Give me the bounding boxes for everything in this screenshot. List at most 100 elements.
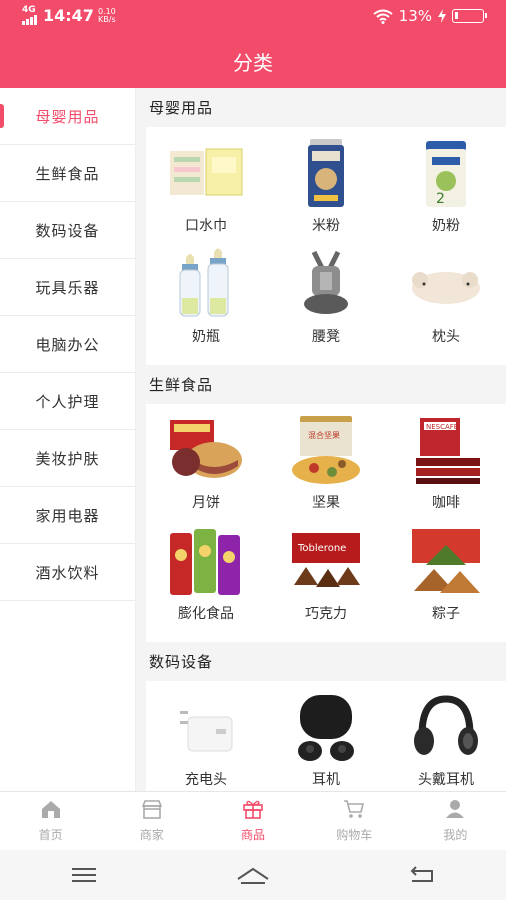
product-item[interactable]: 口水巾 <box>146 137 266 248</box>
zongzi-image <box>406 525 486 597</box>
tab-label: 商品 <box>241 828 266 842</box>
sidebar-item-label: 母婴用品 <box>35 107 100 126</box>
product-grid: 充电头 耳机 头戴耳机 <box>146 681 506 791</box>
headphones-image <box>406 691 486 763</box>
svg-text:NESCAFÉ: NESCAFÉ <box>426 422 458 431</box>
tab-item[interactable]: 首页 <box>0 792 101 850</box>
nuts-jar-image: 混合坚果 <box>286 414 366 486</box>
product-label: 咖啡 <box>432 495 460 511</box>
title-bar: 分类 <box>0 34 506 88</box>
product-item[interactable]: 粽子 <box>386 525 506 636</box>
sidebar-item[interactable]: 家用电器 <box>0 487 135 544</box>
product-label: 腰凳 <box>312 329 340 345</box>
sidebar-item[interactable]: 电脑办公 <box>0 316 135 373</box>
bottom-tab-bar: 首页 商家 商品 购物车 我的 <box>0 791 506 850</box>
pillow-image <box>406 248 486 320</box>
sidebar-item[interactable]: 个人护理 <box>0 373 135 430</box>
system-nav-bar <box>0 850 506 900</box>
product-label: 巧克力 <box>305 606 347 622</box>
product-grid: 口水巾 米粉 2 奶粉奶瓶 腰凳 枕头 <box>146 127 506 365</box>
menu-icon[interactable] <box>66 864 102 886</box>
product-item[interactable]: 枕头 <box>386 248 506 359</box>
rice-cereal-can-image <box>286 137 366 209</box>
product-grid: 月饼 混合坚果坚果 NESCAFÉ 咖啡膨化食品 Toblerone 巧克力 粽子 <box>146 404 506 642</box>
tab-item[interactable]: 商品 <box>202 792 303 850</box>
sidebar-item-label: 家用电器 <box>35 506 100 525</box>
sidebar-item[interactable]: 美妆护肤 <box>0 430 135 487</box>
sidebar-item-label: 电脑办公 <box>35 335 100 354</box>
product-label: 坚果 <box>312 495 340 511</box>
store-icon <box>141 799 163 822</box>
clock: 14:47 <box>43 6 94 25</box>
product-item[interactable]: 月饼 <box>146 414 266 525</box>
product-item[interactable]: 2 奶粉 <box>386 137 506 248</box>
sidebar-item[interactable]: 玩具乐器 <box>0 259 135 316</box>
product-item[interactable]: 耳机 <box>266 691 386 791</box>
home-nav-icon[interactable] <box>235 864 271 886</box>
sidebar-item[interactable]: 酒水饮料 <box>0 544 135 601</box>
sidebar-item-label: 数码设备 <box>35 221 100 240</box>
tab-item[interactable]: 购物车 <box>304 792 405 850</box>
user-icon <box>444 799 466 822</box>
signal-icon <box>22 15 37 25</box>
product-item[interactable]: 混合坚果 坚果 <box>266 414 386 525</box>
svg-text:Toblerone: Toblerone <box>297 543 346 554</box>
product-item[interactable]: Toblerone 巧克力 <box>266 525 386 636</box>
earbuds-image <box>286 691 366 763</box>
sidebar-item-label: 酒水饮料 <box>35 563 100 582</box>
product-item[interactable]: NESCAFÉ 咖啡 <box>386 414 506 525</box>
section-title: 数码设备 <box>149 653 214 671</box>
sidebar-item[interactable]: 生鲜食品 <box>0 145 135 202</box>
product-label: 膨化食品 <box>178 606 234 622</box>
category-sidebar: 母婴用品生鲜食品数码设备玩具乐器电脑办公个人护理 美妆护肤家用电器酒水饮料 <box>0 88 136 791</box>
back-icon[interactable] <box>404 864 440 886</box>
product-label: 枕头 <box>432 329 460 345</box>
tab-item[interactable]: 我的 <box>405 792 506 850</box>
product-label: 月饼 <box>192 495 220 511</box>
product-item[interactable]: 膨化食品 <box>146 525 266 636</box>
charger-image <box>166 691 246 763</box>
baby-bottle-image <box>166 248 246 320</box>
bib-towel-image <box>166 137 246 209</box>
sidebar-item[interactable]: 母婴用品 <box>0 88 135 145</box>
svg-text:混合坚果: 混合坚果 <box>308 430 340 440</box>
tab-item[interactable]: 商家 <box>101 792 202 850</box>
product-label: 奶粉 <box>432 218 460 234</box>
category-content: 母婴用品口水巾 米粉 2 奶粉奶瓶 腰凳 枕头生鲜食品月饼 混合坚果坚果 NESCAFÉ 咖啡膨… <box>136 88 506 791</box>
product-label: 充电头 <box>185 772 227 788</box>
signal-indicator: 4G <box>22 6 37 25</box>
speed-unit: KB/s <box>98 14 116 24</box>
battery-icon <box>452 9 487 23</box>
product-label: 头戴耳机 <box>418 772 474 788</box>
charging-icon <box>438 9 446 23</box>
product-label: 米粉 <box>312 218 340 234</box>
sidebar-item[interactable]: 数码设备 <box>0 202 135 259</box>
section-title: 生鲜食品 <box>149 376 214 394</box>
chocolate-box-image: Toblerone <box>286 525 366 597</box>
chips-can-image <box>166 525 246 597</box>
cart-icon <box>343 799 365 822</box>
sidebar-item-label: 玩具乐器 <box>35 278 100 297</box>
page-title: 分类 <box>233 50 273 75</box>
product-label: 粽子 <box>432 606 460 622</box>
sidebar-item-label: 生鲜食品 <box>35 164 100 183</box>
tab-label: 商家 <box>139 828 164 842</box>
battery-percent: 13% <box>398 7 432 25</box>
network-type: 4G <box>22 5 36 15</box>
product-item[interactable]: 米粉 <box>266 137 386 248</box>
baby-carrier-image <box>286 248 366 320</box>
svg-text:2: 2 <box>436 191 445 207</box>
section-title: 母婴用品 <box>149 99 214 117</box>
home-icon <box>40 799 62 822</box>
milk-powder-can-image: 2 <box>406 137 486 209</box>
product-label: 耳机 <box>312 772 340 788</box>
product-item[interactable]: 充电头 <box>146 691 266 791</box>
network-speed: 0.10 KB/s <box>98 7 116 24</box>
mooncake-image <box>166 414 246 486</box>
product-label: 奶瓶 <box>192 329 220 345</box>
wifi-icon <box>373 9 393 24</box>
product-item[interactable]: 腰凳 <box>266 248 386 359</box>
product-item[interactable]: 头戴耳机 <box>386 691 506 791</box>
coffee-box-image: NESCAFÉ <box>406 414 486 486</box>
product-item[interactable]: 奶瓶 <box>146 248 266 359</box>
